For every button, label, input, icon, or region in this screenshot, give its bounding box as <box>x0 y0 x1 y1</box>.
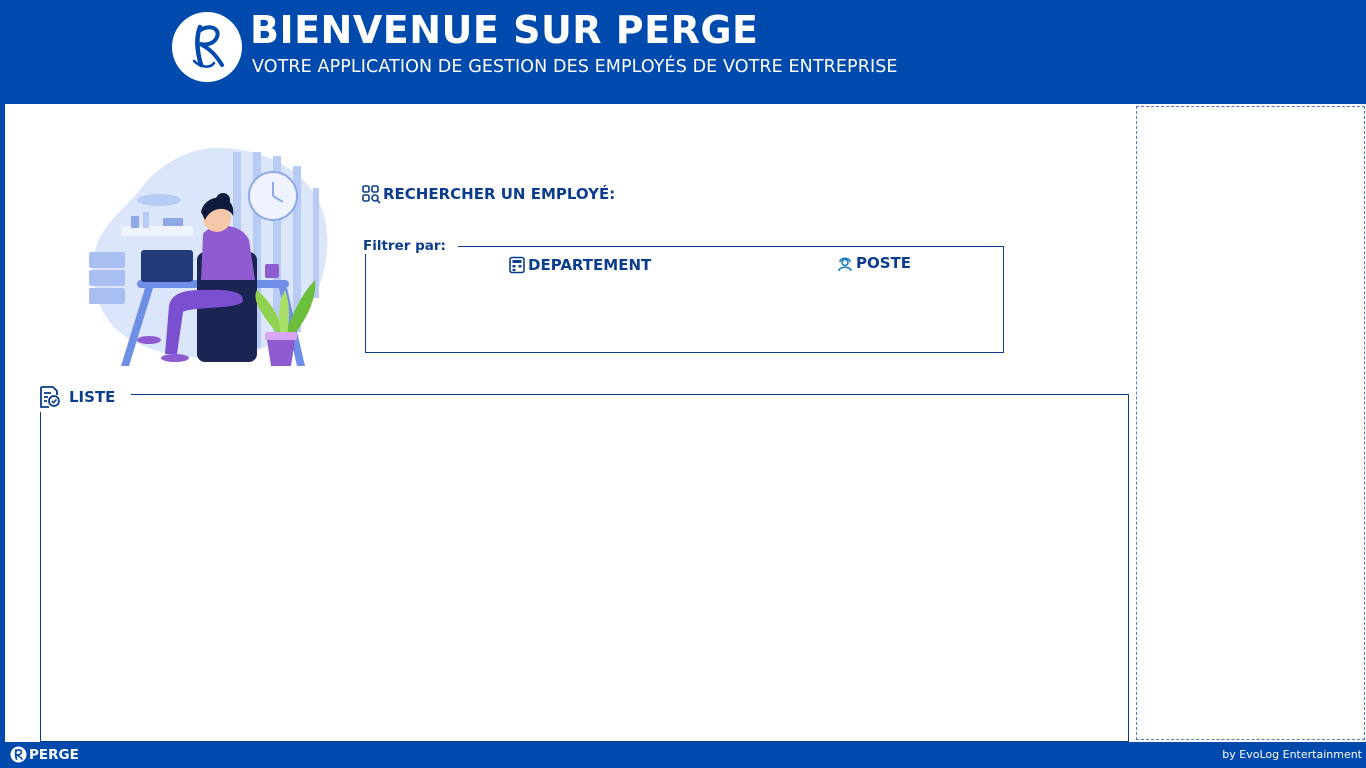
app-subtitle: VOTRE APPLICATION DE GESTION DES EMPLOYÉ… <box>252 57 898 77</box>
worker-icon <box>838 257 852 272</box>
footer-brand: PERGE <box>10 746 79 763</box>
filter-label: Filtrer par: <box>360 238 458 254</box>
list-label: LISTE <box>69 388 116 406</box>
perge-small-logo-icon <box>10 746 27 763</box>
employee-illustration <box>89 147 328 366</box>
filter-departement-label: DEPARTEMENT <box>528 256 652 274</box>
search-title-label: RECHERCHER UN EMPLOYÉ: <box>383 185 616 203</box>
filter-poste-button[interactable]: POSTE <box>836 254 911 272</box>
app-title: BIENVENUE SUR PERGE <box>250 8 759 52</box>
filter-poste-label: POSTE <box>856 254 912 272</box>
perge-logo-icon <box>192 24 224 68</box>
footer-bar: PERGE by EvoLog Entertainment <box>0 742 1366 768</box>
detail-side-panel <box>1136 106 1365 740</box>
perge-logo <box>172 12 242 82</box>
search-grid-icon <box>362 185 381 204</box>
footer-credit: by EvoLog Entertainment <box>1222 748 1362 761</box>
filter-departement-button[interactable]: DEPARTEMENT <box>508 256 651 274</box>
employee-list-panel <box>40 394 1129 742</box>
main-panel: RECHERCHER UN EMPLOYÉ: Filtrer par: DEPA… <box>5 104 1366 742</box>
list-header: LISTE <box>35 382 131 412</box>
document-check-icon <box>40 386 60 408</box>
app-window: BIENVENUE SUR PERGE VOTRE APPLICATION DE… <box>0 0 1366 768</box>
footer-brand-label: PERGE <box>29 746 79 763</box>
building-icon <box>509 256 525 274</box>
header-bar: BIENVENUE SUR PERGE VOTRE APPLICATION DE… <box>0 0 1366 104</box>
search-title: RECHERCHER UN EMPLOYÉ: <box>361 184 615 204</box>
